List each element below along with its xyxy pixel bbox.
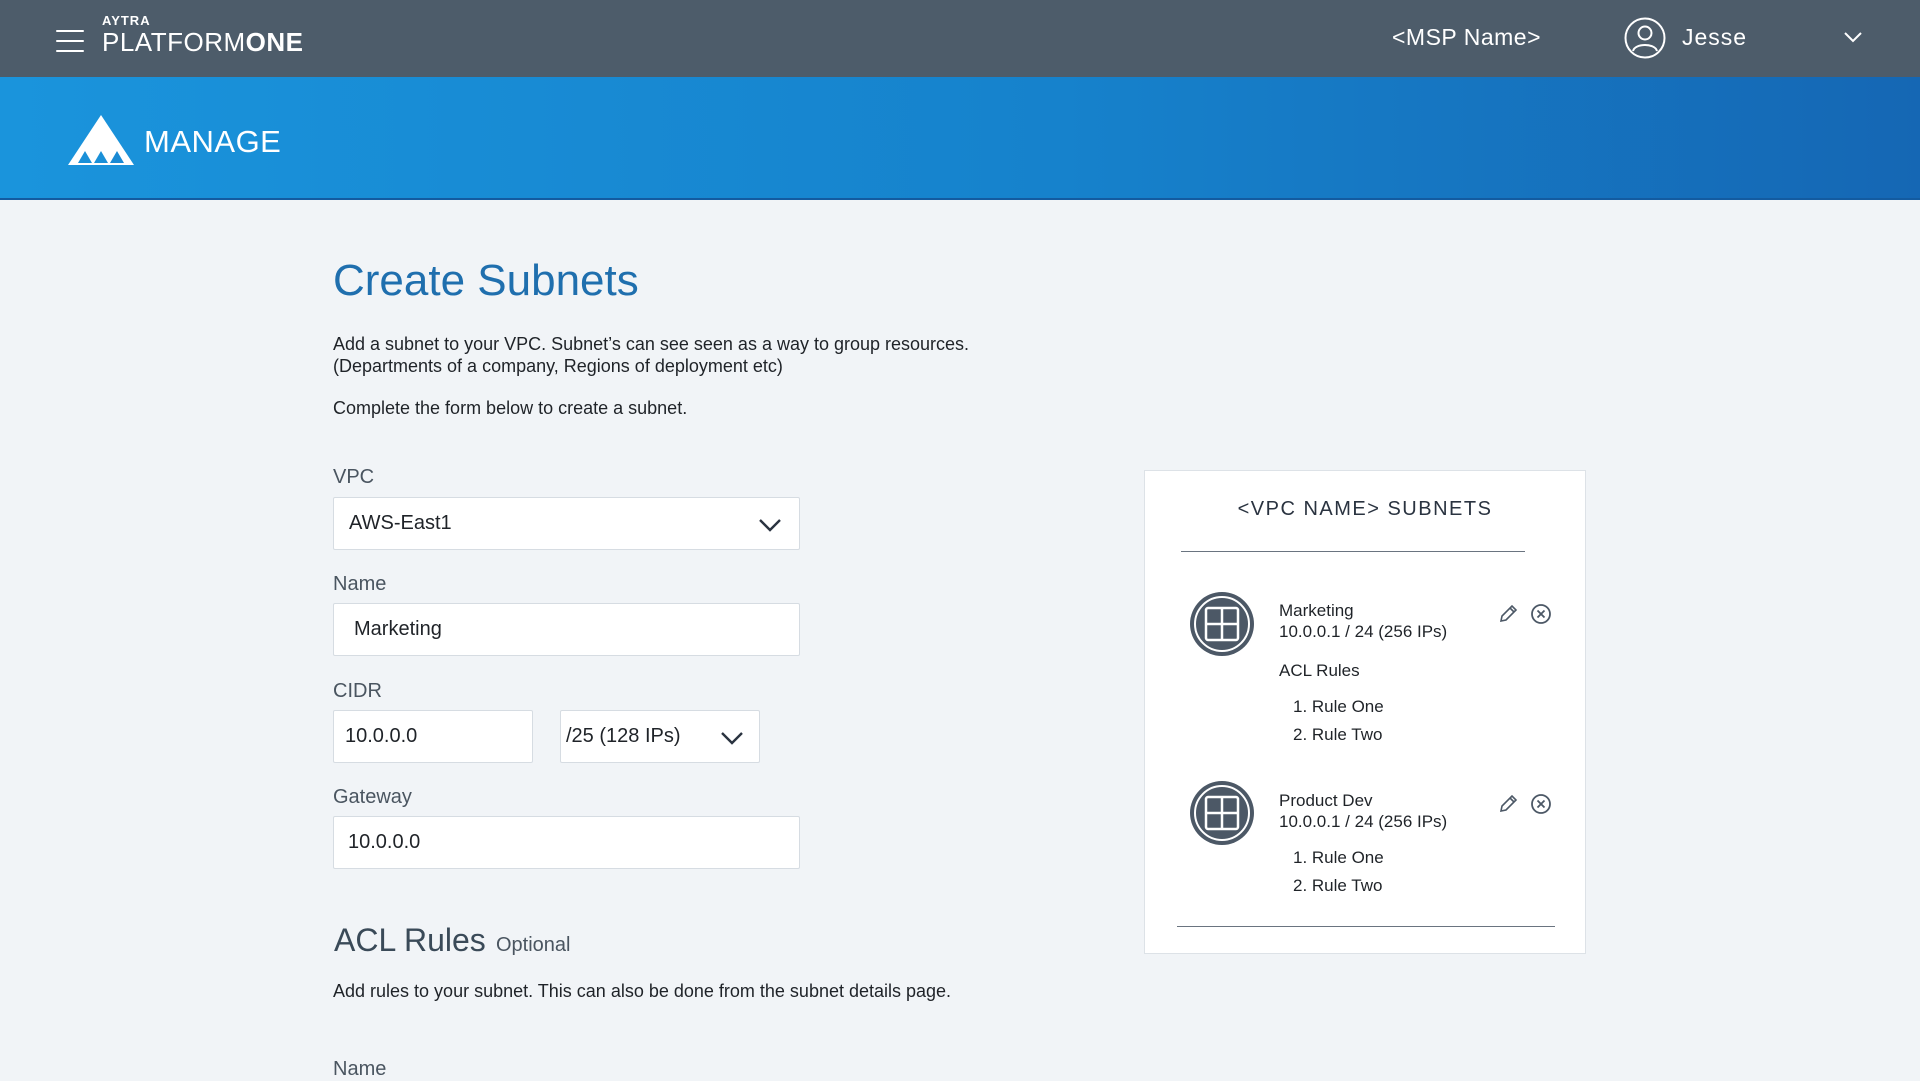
vpc-select[interactable]: AWS-East1 xyxy=(333,497,800,550)
name-input-value: Marketing xyxy=(354,618,442,640)
vpc-label: VPC xyxy=(333,466,375,488)
subnet-rule: 1. Rule One xyxy=(1293,697,1384,716)
panel-divider-bottom xyxy=(1177,926,1555,927)
close-circle-icon[interactable] xyxy=(1530,793,1552,815)
brand-small-text: AYTRA xyxy=(102,13,151,28)
chevron-down-icon[interactable] xyxy=(1844,31,1862,43)
hamburger-menu-icon[interactable] xyxy=(56,30,84,54)
vpc-subnets-panel: <VPC NAME> SUBNETS Marketing 10.0.0.1 / … xyxy=(1144,470,1586,954)
subnet-cidr: 10.0.0.1 / 24 (256 IPs) xyxy=(1279,812,1448,831)
acl-rules-heading: ACL Rules xyxy=(334,922,486,958)
acl-description: Add rules to your subnet. This can also … xyxy=(333,981,952,1001)
banner-title: MANAGE xyxy=(144,124,282,159)
vpc-select-value: AWS-East1 xyxy=(349,512,452,534)
subnet-name[interactable]: Marketing xyxy=(1279,601,1354,621)
intro-instruction: Complete the form below to create a subn… xyxy=(333,398,688,418)
name-input[interactable]: Marketing xyxy=(333,603,800,656)
subnet-rule: 1. Rule One xyxy=(1293,848,1384,867)
name-label: Name xyxy=(333,573,387,595)
gateway-input-value: 10.0.0.0 xyxy=(348,831,421,853)
panel-title: <VPC NAME> SUBNETS xyxy=(1237,498,1493,520)
brand-main-word: PLATFORM xyxy=(102,27,246,57)
close-circle-icon[interactable] xyxy=(1530,603,1552,625)
pencil-icon[interactable] xyxy=(1497,793,1519,815)
grid-subnet-icon xyxy=(1190,592,1254,656)
brand-bold-word: ONE xyxy=(245,27,304,57)
brand-logo[interactable]: AYTRA PLATFORMONE xyxy=(102,13,303,57)
chevron-down-icon xyxy=(721,732,743,745)
subnet-rule: 2. Rule Two xyxy=(1293,725,1383,744)
cidr-input[interactable]: 10.0.0.0 xyxy=(333,710,533,763)
acl-optional-label: Optional xyxy=(496,934,571,956)
panel-divider-top xyxy=(1181,551,1525,552)
manage-banner: MANAGE xyxy=(0,77,1920,200)
cidr-label: CIDR xyxy=(333,680,382,702)
subnet-rule: 2. Rule Two xyxy=(1293,876,1383,895)
chevron-down-icon xyxy=(759,519,781,532)
user-name[interactable]: Jesse xyxy=(1682,24,1747,51)
grid-subnet-icon xyxy=(1190,781,1254,845)
acl-name-label: Name xyxy=(333,1058,387,1080)
intro-text: Add a subnet to your VPC. Subnet’s can s… xyxy=(333,333,1033,377)
cidr-mask-select[interactable]: /25 (128 IPs) xyxy=(560,710,760,763)
brand-main-text: PLATFORMONE xyxy=(102,28,303,56)
subnet-acl-label: ACL Rules xyxy=(1279,661,1360,680)
page-title: Create Subnets xyxy=(333,256,639,305)
intro-line-2: (Departments of a company, Regions of de… xyxy=(333,356,783,376)
gateway-input[interactable]: 10.0.0.0 xyxy=(333,816,800,869)
triangle-logo-icon xyxy=(68,115,134,165)
msp-name[interactable]: <MSP Name> xyxy=(1392,24,1541,51)
gateway-label: Gateway xyxy=(333,786,412,808)
subnet-cidr: 10.0.0.1 / 24 (256 IPs) xyxy=(1279,622,1448,641)
cidr-mask-value: /25 (128 IPs) xyxy=(566,725,681,747)
intro-line-1: Add a subnet to your VPC. Subnet’s can s… xyxy=(333,334,970,354)
top-navigation-bar: AYTRA PLATFORMONE <MSP Name> Jesse xyxy=(0,0,1920,77)
pencil-icon[interactable] xyxy=(1497,603,1519,625)
user-avatar-icon[interactable] xyxy=(1624,17,1666,59)
subnet-name[interactable]: Product Dev xyxy=(1279,791,1373,811)
cidr-input-value: 10.0.0.0 xyxy=(345,725,418,747)
